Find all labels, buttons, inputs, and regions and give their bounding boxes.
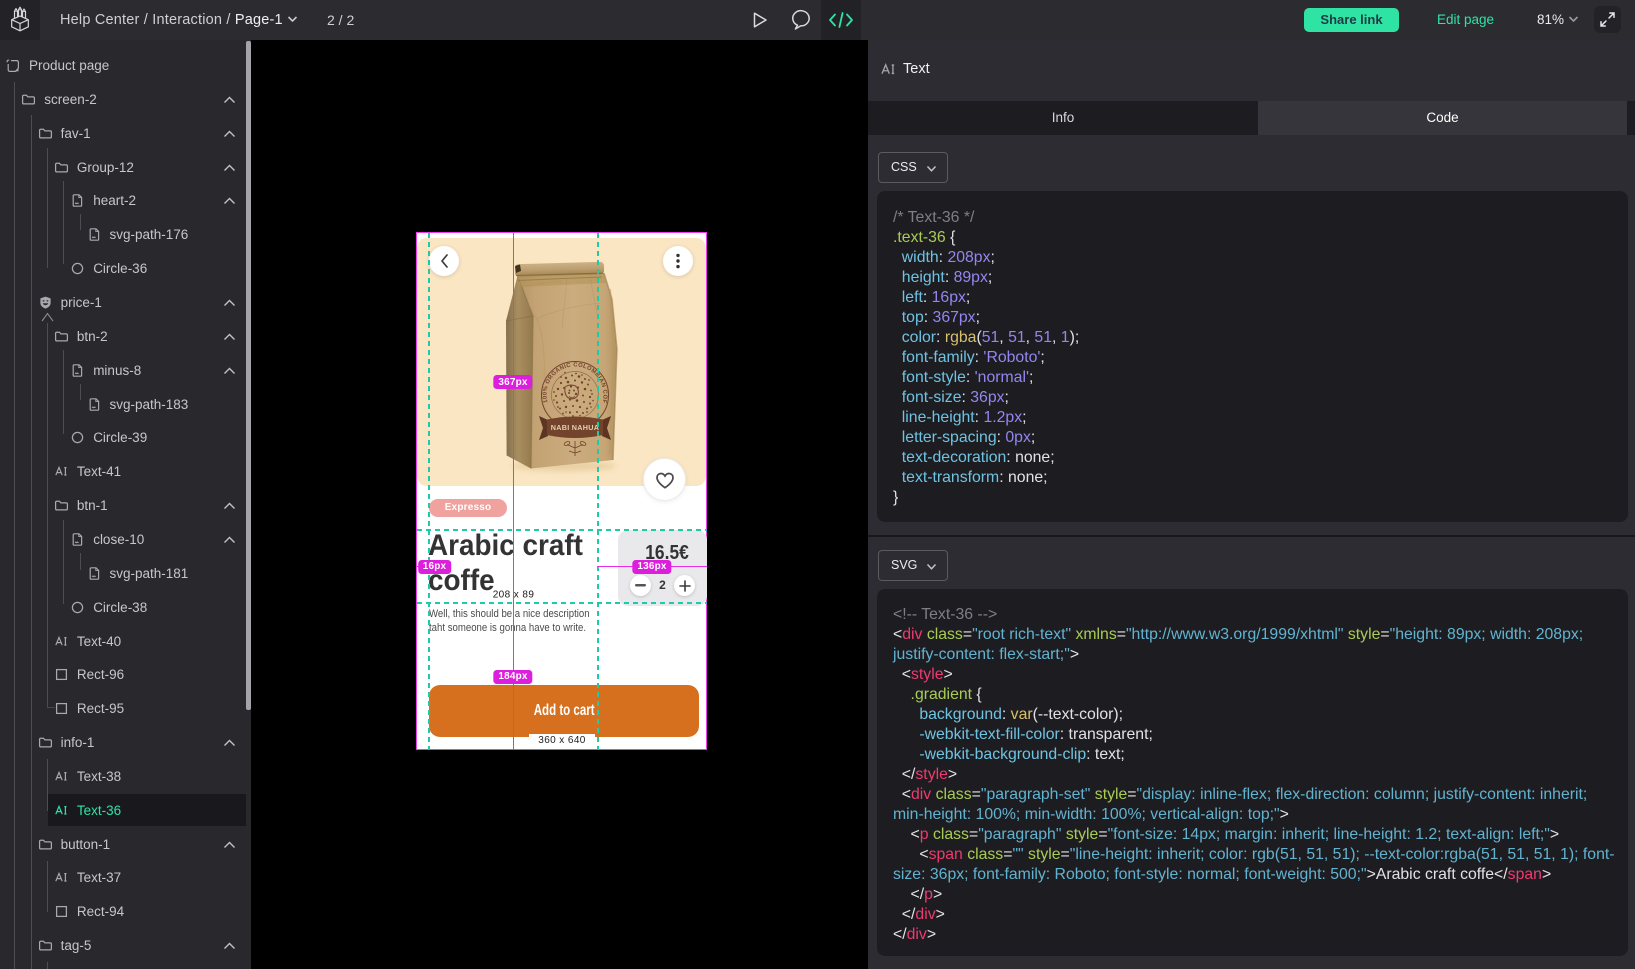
svg-text:NABI NAHUA: NABI NAHUA bbox=[551, 423, 600, 432]
